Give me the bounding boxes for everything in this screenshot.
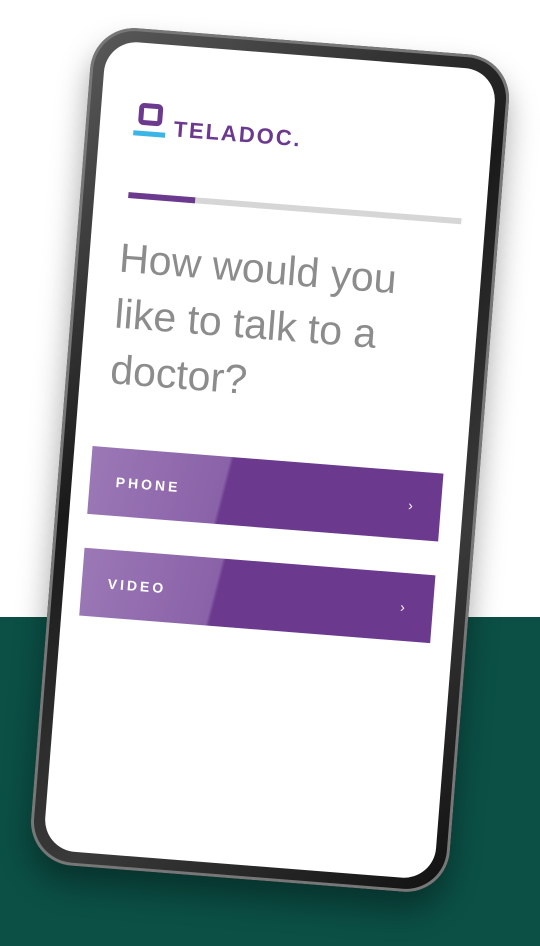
phone-mockup: TELADOC. How would you like to talk to a… (27, 24, 513, 896)
brand-logo: TELADOC. (133, 102, 304, 151)
question-heading: How would you like to talk to a doctor? (108, 234, 399, 403)
progress-bar (128, 192, 462, 225)
video-option-button[interactable]: VIDEO › (79, 547, 436, 644)
video-option-label: VIDEO (107, 575, 167, 597)
phone-screen: TELADOC. How would you like to talk to a… (42, 39, 498, 881)
phone-option-label: PHONE (115, 473, 182, 496)
chevron-right-icon: › (407, 497, 414, 514)
progress-bar-fill (128, 192, 196, 204)
chevron-right-icon: › (399, 598, 406, 616)
phone-option-button[interactable]: PHONE › (87, 446, 444, 542)
brand-name: TELADOC. (172, 116, 303, 152)
teladoc-logo-icon (133, 102, 168, 140)
